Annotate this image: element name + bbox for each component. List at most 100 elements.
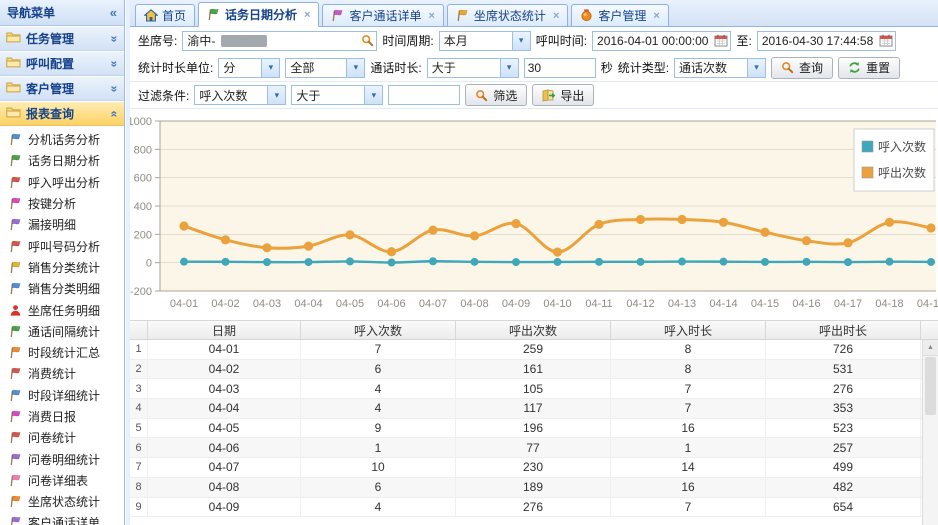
sidebar-item-时段详细统计[interactable]: 时段详细统计 — [0, 385, 124, 406]
data-point[interactable] — [553, 247, 562, 256]
sidebar-item-分机话务分析[interactable]: 分机话务分析 — [0, 129, 124, 150]
column-header-呼出时长[interactable]: 呼出时长 — [766, 321, 921, 339]
table-row[interactable]: 904-0942767654 — [130, 498, 938, 518]
data-point[interactable] — [263, 258, 271, 266]
query-button[interactable]: 查询 — [771, 57, 833, 79]
calltime-from-input[interactable]: 2016-04-01 00:00:00 — [592, 31, 731, 51]
close-icon[interactable]: × — [553, 10, 559, 22]
data-point[interactable] — [470, 231, 479, 240]
close-icon[interactable]: × — [304, 9, 310, 21]
stat-type-select[interactable]: 通话次数 ▾ — [674, 58, 766, 78]
sidebar-section-客户管理[interactable]: 客户管理» — [0, 76, 124, 101]
data-point[interactable] — [885, 218, 894, 227]
data-point[interactable] — [677, 215, 686, 224]
data-point[interactable] — [304, 241, 313, 250]
data-point[interactable] — [221, 235, 230, 244]
table-row[interactable]: 804-08618916482 — [130, 478, 938, 498]
data-point[interactable] — [180, 258, 188, 266]
agent-input[interactable]: 渝中- — [182, 31, 377, 51]
calendar-icon[interactable] — [712, 32, 730, 50]
column-header-呼入次数[interactable]: 呼入次数 — [301, 321, 456, 339]
sidebar-section-报表查询[interactable]: 报表查询« — [0, 101, 124, 126]
scope-select[interactable]: 全部 ▾ — [285, 58, 365, 78]
data-point[interactable] — [761, 258, 769, 266]
data-point[interactable] — [720, 258, 728, 266]
column-header-呼入时长[interactable]: 呼入时长 — [611, 321, 766, 339]
data-point[interactable] — [179, 221, 188, 230]
sidebar-item-销售分类明细[interactable]: 销售分类明细 — [0, 278, 124, 299]
tab-客户通话详单[interactable]: 客户通话详单× — [322, 4, 443, 27]
data-point[interactable] — [926, 223, 935, 232]
tab-坐席状态统计[interactable]: 坐席状态统计× — [447, 4, 568, 27]
data-point[interactable] — [719, 218, 728, 227]
sidebar-item-客户通话详单[interactable]: 客户通话详单 — [0, 512, 124, 525]
sidebar-item-坐席任务明细[interactable]: 坐席任务明细 — [0, 299, 124, 320]
filter-value-input[interactable] — [388, 85, 460, 105]
unit-select[interactable]: 分 ▾ — [218, 58, 280, 78]
data-point[interactable] — [428, 225, 437, 234]
sidebar-item-时段统计汇总[interactable]: 时段统计汇总 — [0, 342, 124, 363]
data-point[interactable] — [262, 243, 271, 252]
sidebar-section-呼叫配置[interactable]: 呼叫配置» — [0, 51, 124, 76]
sidebar-item-消费日报[interactable]: 消费日报 — [0, 406, 124, 427]
sidebar-item-坐席状态统计[interactable]: 坐席状态统计 — [0, 491, 124, 512]
data-point[interactable] — [511, 219, 520, 228]
data-point[interactable] — [305, 258, 313, 266]
data-point[interactable] — [345, 230, 354, 239]
column-header-呼出次数[interactable]: 呼出次数 — [456, 321, 611, 339]
data-point[interactable] — [595, 258, 603, 266]
sidebar-item-问卷统计[interactable]: 问卷统计 — [0, 427, 124, 448]
tab-首页[interactable]: 首页 — [135, 4, 195, 27]
duration-value-input[interactable] — [524, 58, 596, 78]
data-point[interactable] — [636, 215, 645, 224]
data-point[interactable] — [429, 257, 437, 265]
sidebar-item-呼叫号码分析[interactable]: 呼叫号码分析 — [0, 235, 124, 256]
scroll-up-button[interactable]: ▲ — [923, 340, 938, 356]
sidebar-section-任务管理[interactable]: 任务管理» — [0, 26, 124, 51]
sidebar-item-通话间隔统计[interactable]: 通话间隔统计 — [0, 321, 124, 342]
filter-op-select[interactable]: 大于 ▾ — [291, 85, 383, 105]
data-point[interactable] — [512, 258, 520, 266]
sidebar-item-销售分类统计[interactable]: 销售分类统计 — [0, 257, 124, 278]
tab-客户管理[interactable]: 客户管理× — [571, 4, 668, 27]
table-row[interactable]: 104-0172598726 — [130, 340, 938, 360]
data-point[interactable] — [222, 258, 230, 266]
duration-op-select[interactable]: 大于 ▾ — [427, 58, 519, 78]
calltime-to-input[interactable]: 2016-04-30 17:44:58 — [757, 31, 896, 51]
data-point[interactable] — [346, 257, 354, 265]
filter-button[interactable]: 筛选 — [465, 84, 527, 106]
data-point[interactable] — [471, 258, 479, 266]
search-icon[interactable] — [358, 32, 376, 50]
table-row[interactable]: 604-061771257 — [130, 438, 938, 458]
data-point[interactable] — [802, 236, 811, 245]
filter-field-select[interactable]: 呼入次数 ▾ — [194, 85, 286, 105]
sidebar-item-漏接明细[interactable]: 漏接明细 — [0, 214, 124, 235]
sidebar-item-按键分析[interactable]: 按键分析 — [0, 193, 124, 214]
data-point[interactable] — [678, 258, 686, 266]
scrollbar-thumb[interactable] — [925, 357, 936, 415]
close-icon[interactable]: × — [428, 10, 434, 22]
data-point[interactable] — [844, 258, 852, 266]
sidebar-item-问卷详细表[interactable]: 问卷详细表 — [0, 470, 124, 491]
close-icon[interactable]: × — [653, 10, 659, 22]
data-point[interactable] — [927, 258, 935, 266]
reset-button[interactable]: 重置 — [838, 57, 900, 79]
data-point[interactable] — [388, 259, 396, 267]
sidebar-item-话务日期分析[interactable]: 话务日期分析 — [0, 150, 124, 171]
tab-话务日期分析[interactable]: 话务日期分析× — [198, 2, 319, 27]
period-select[interactable]: 本月 ▾ — [439, 31, 531, 51]
data-point[interactable] — [760, 228, 769, 237]
export-button[interactable]: 导出 — [532, 84, 594, 106]
calendar-icon[interactable] — [877, 32, 895, 50]
data-point[interactable] — [803, 258, 811, 266]
data-point[interactable] — [594, 220, 603, 229]
column-header-日期[interactable]: 日期 — [148, 321, 301, 339]
data-point[interactable] — [843, 238, 852, 247]
table-scrollbar[interactable]: ▲ — [922, 340, 938, 525]
table-row[interactable]: 304-0341057276 — [130, 379, 938, 399]
data-point[interactable] — [886, 258, 894, 266]
data-point[interactable] — [554, 258, 562, 266]
sidebar-item-呼入呼出分析[interactable]: 呼入呼出分析 — [0, 172, 124, 193]
table-row[interactable]: 504-05919616523 — [130, 419, 938, 439]
sidebar-collapse-icon[interactable]: « — [110, 5, 117, 20]
